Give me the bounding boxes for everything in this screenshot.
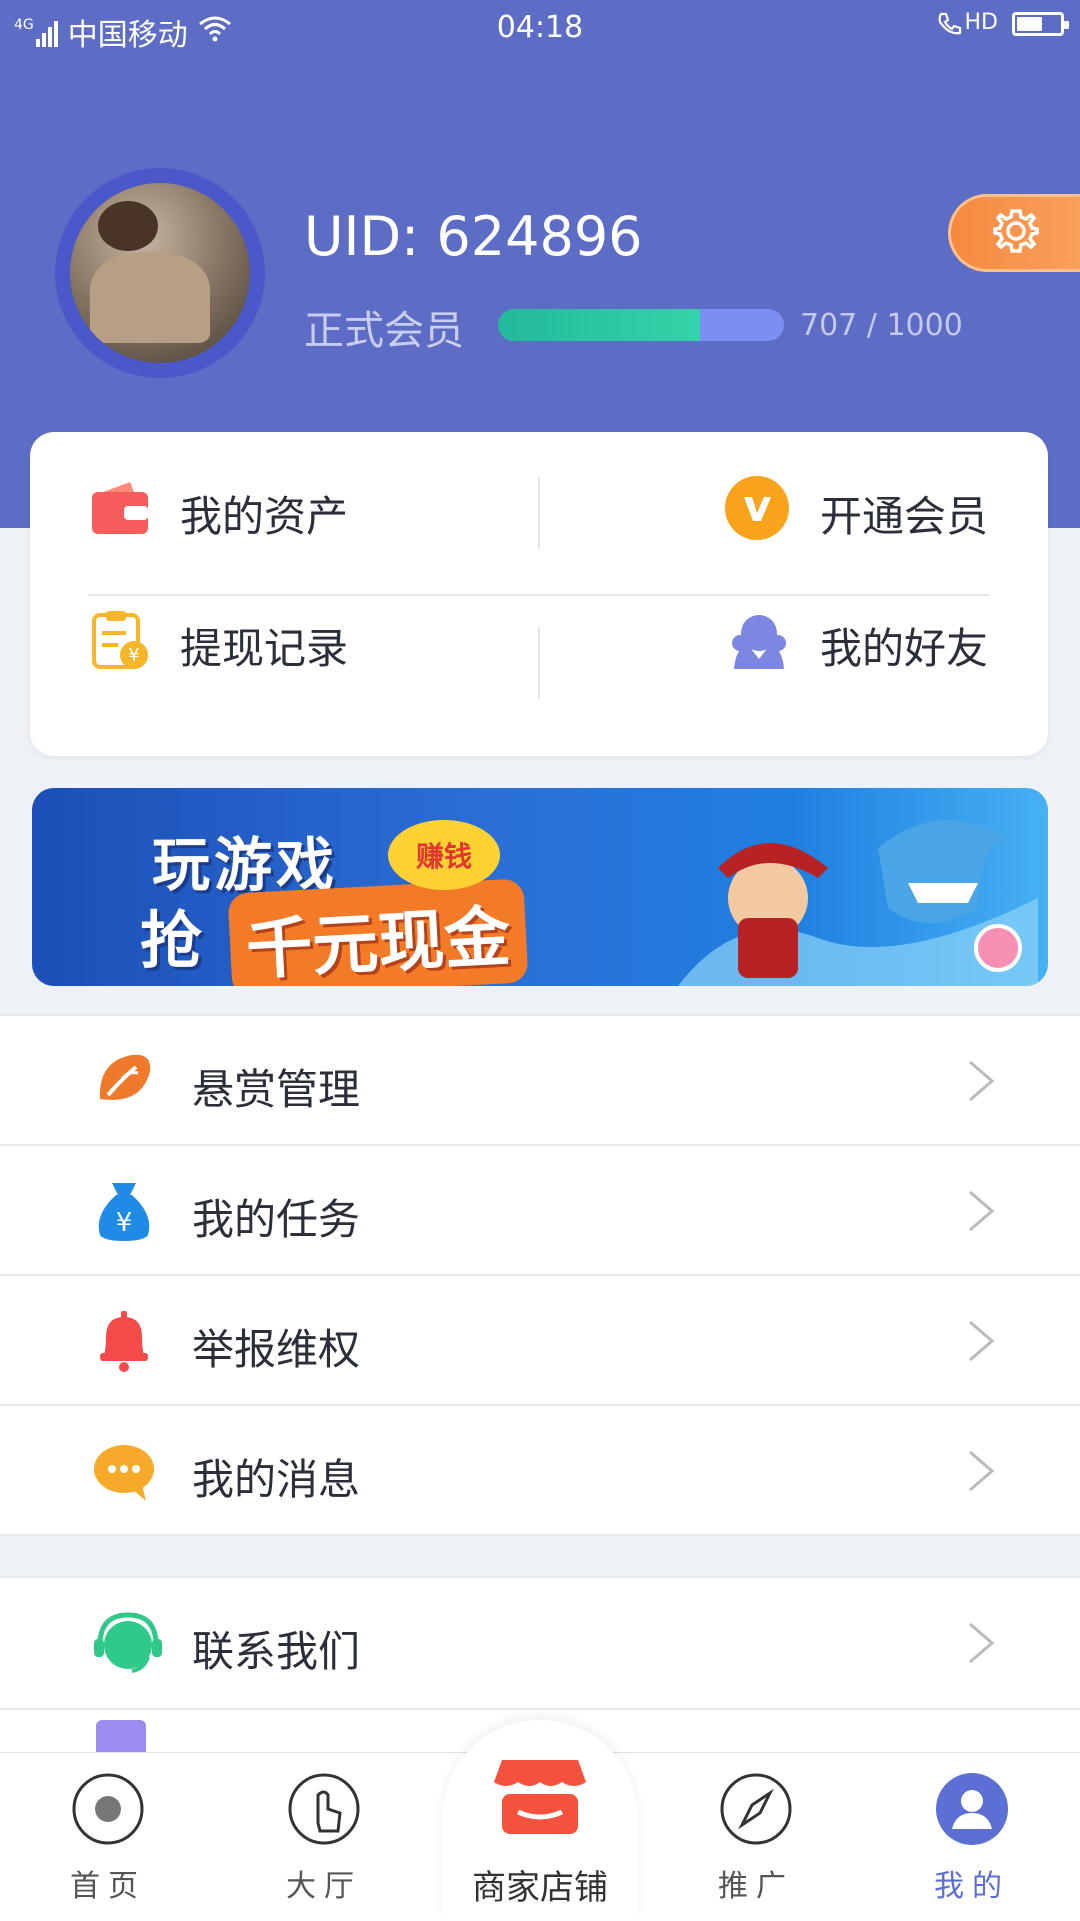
chevron-right-icon [969,1190,995,1232]
nav-label: 商家店铺 [472,1868,608,1908]
nav-home[interactable]: 首页 [38,1753,178,1921]
banner-pirate-shark-art [678,820,1038,986]
svg-text:¥: ¥ [116,1208,133,1238]
nav-label: 首页 [70,1869,146,1904]
shop-icon [494,1760,586,1834]
partial-menu-icon [96,1720,146,1754]
menu-item-label: 悬赏管理 [192,1065,361,1114]
message-icon [92,1439,156,1503]
vip-icon [724,475,790,551]
menu-item-label: 我的消息 [192,1455,361,1504]
withdraw-record-label: 提现记录 [180,623,349,673]
my-friends-button[interactable]: 我的好友 [728,564,988,726]
hall-icon [288,1773,360,1845]
settings-button[interactable] [948,194,1080,272]
banner-line2-prefix: 抢 [140,904,203,977]
nav-hall[interactable]: 大厅 [254,1753,394,1921]
member-progress-bar [498,309,784,341]
avatar[interactable] [70,183,250,363]
compass-icon [720,1773,792,1845]
gear-icon [991,206,1041,260]
battery-icon [1012,12,1069,36]
status-time: 04:18 [496,10,584,45]
withdraw-record-icon: ¥ [90,609,150,681]
menu-item-label: 我的任务 [192,1195,361,1244]
bell-icon [92,1309,156,1373]
member-progress-text: 707 / 1000 [800,308,963,343]
user-uid: UID: 624896 [304,205,643,268]
open-vip-label: 开通会员 [819,491,988,541]
menu-item-report[interactable]: 举报维权 [0,1276,1080,1406]
svg-text:¥: ¥ [128,645,139,666]
menu-item-my-messages[interactable]: 我的消息 [0,1406,1080,1536]
menu-list: 悬赏管理 ¥ 我的任务 举报维权 我的消息 [0,1014,1080,1536]
promo-banner[interactable]: 玩游戏 抢 千元现金 赚钱 [32,788,1048,986]
chevron-right-icon [969,1622,995,1664]
menu-item-contact-us[interactable]: 联系我们 [0,1578,1080,1710]
status-bar: 4G 中国移动 04:18 HD [0,0,1080,56]
nav-label-active: 我的 [934,1869,1010,1904]
divider [538,477,540,549]
banner-line2-highlight: 千元现金 [227,878,529,986]
wallet-icon [90,480,150,546]
profile-icon [936,1773,1008,1845]
nav-profile[interactable]: 我的 [902,1753,1042,1921]
home-icon [72,1773,144,1845]
banner-badge: 赚钱 [388,820,500,890]
chevron-right-icon [969,1060,995,1102]
menu-item-label: 联系我们 [192,1627,361,1676]
my-friends-label: 我的好友 [819,623,988,673]
chevron-right-icon [969,1320,995,1362]
feather-icon [92,1049,156,1113]
nav-label: 大厅 [286,1869,362,1904]
nav-promote[interactable]: 推广 [686,1753,826,1921]
my-assets-label: 我的资产 [180,491,349,541]
friends-icon [728,609,790,681]
chevron-right-icon [969,1450,995,1492]
nav-shop[interactable]: 商家店铺 [442,1720,638,1920]
nav-label: 推广 [718,1869,794,1904]
phone-hd-icon: HD [935,10,998,38]
divider [538,627,540,699]
withdraw-record-button[interactable]: ¥ 提现记录 [90,564,348,726]
member-level: 正式会员 [304,308,464,354]
quick-actions-card: 我的资产 开通会员 ¥ 提现记录 我的好友 [30,432,1048,756]
menu-item-label: 举报维权 [192,1325,361,1374]
hd-label: HD [964,10,998,35]
menu-item-my-tasks[interactable]: ¥ 我的任务 [0,1146,1080,1276]
money-bag-icon: ¥ [92,1179,156,1243]
menu-item-reward-management[interactable]: 悬赏管理 [0,1016,1080,1146]
headset-icon [92,1611,162,1675]
